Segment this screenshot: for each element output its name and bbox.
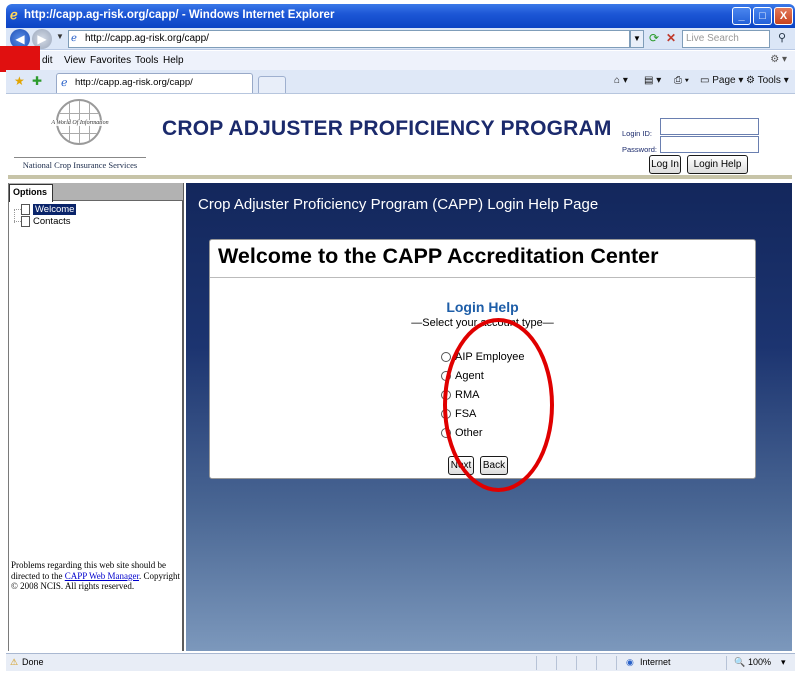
login-help-button[interactable]: Login Help — [687, 155, 748, 174]
site-header: A World Of Information National Crop Ins… — [8, 95, 792, 179]
card-header: Welcome to the CAPP Accreditation Center — [210, 240, 755, 278]
menu-favorites[interactable]: Favorites — [90, 55, 131, 66]
ncis-logo[interactable]: A World Of Information National Crop Ins… — [14, 97, 146, 173]
maximize-button[interactable]: □ — [753, 7, 772, 25]
tab-bar: ★ ✚ ℯ http://capp.ag-risk.org/capp/ ⌂ ▾ … — [6, 70, 795, 94]
menu-edit[interactable]: dit — [42, 55, 53, 66]
stop-icon[interactable]: ✕ — [663, 30, 679, 48]
internet-zone-icon: ◉ — [626, 657, 634, 667]
sidebar-item-contacts[interactable]: Contacts — [21, 216, 71, 228]
password-input[interactable] — [660, 136, 759, 153]
address-url: http://capp.ag-risk.org/capp/ — [85, 33, 209, 44]
password-label: Password: — [622, 145, 658, 154]
page-menu[interactable]: ▭ Page ▾ — [700, 75, 743, 86]
logo-name: National Crop Insurance Services — [14, 157, 146, 170]
logo-tagline: A World Of Information — [14, 120, 146, 126]
options-tab-bar: Options — [9, 183, 183, 202]
zoom-icon[interactable]: 🔍 — [734, 657, 745, 668]
status-text: Done — [22, 657, 44, 667]
document-icon — [21, 216, 30, 227]
home-icon[interactable]: ⌂ ▾ — [614, 75, 628, 86]
card-heading: Welcome to the CAPP Accreditation Center — [218, 244, 659, 268]
status-cell — [556, 656, 576, 670]
login-help-title: Login Help — [446, 299, 519, 315]
sidebar: Options Welcome Contacts Problems regard… — [8, 183, 184, 651]
menu-help[interactable]: Help — [163, 55, 184, 66]
status-cell — [596, 656, 616, 670]
main-content: Crop Adjuster Proficiency Program (CAPP)… — [186, 183, 792, 651]
status-cell — [576, 656, 596, 670]
annotation-red-box — [0, 46, 40, 72]
title-bar: ℯ http://capp.ag-risk.org/capp/ - Window… — [6, 4, 795, 28]
status-cell — [536, 656, 556, 670]
menu-bar: dit View Favorites Tools Help ⚙ ▾ — [6, 51, 795, 70]
warning-icon: ⚠ — [10, 657, 19, 667]
program-title: CROP ADJUSTER PROFICIENCY PROGRAM — [162, 117, 612, 140]
history-dropdown-icon[interactable]: ▼ — [56, 32, 64, 41]
new-tab-button[interactable] — [258, 76, 286, 93]
document-icon — [21, 204, 30, 215]
zoom-dropdown-icon[interactable]: ▾ — [781, 657, 786, 668]
tab-options[interactable]: Options — [9, 184, 53, 202]
address-toolbar: ◀ ▶ ▼ ℯ http://capp.ag-risk.org/capp/ ▼ … — [6, 28, 795, 50]
page-icon: ℯ — [71, 33, 77, 44]
browser-window: ℯ http://capp.ag-risk.org/capp/ - Window… — [0, 0, 799, 675]
address-dropdown-icon[interactable]: ▼ — [630, 30, 644, 48]
login-id-input[interactable] — [660, 118, 759, 135]
web-manager-link[interactable]: CAPP Web Manager — [65, 571, 139, 581]
add-favorite-icon[interactable]: ✚ — [32, 74, 42, 88]
menu-tools[interactable]: Tools — [135, 55, 158, 66]
login-id-label: Login ID: — [622, 129, 653, 138]
tools-menu[interactable]: ⚙ Tools ▾ — [746, 75, 789, 86]
feeds-icon[interactable]: ▤ ▾ — [644, 75, 661, 86]
tab-label: http://capp.ag-risk.org/capp/ — [75, 77, 193, 88]
address-bar[interactable]: ℯ http://capp.ag-risk.org/capp/ — [68, 30, 630, 48]
print-icon[interactable]: ⎙ ▾ — [674, 75, 689, 86]
sidebar-item-label: Contacts — [33, 216, 71, 227]
zoom-level[interactable]: 100% — [748, 657, 771, 667]
favorites-star-icon[interactable]: ★ — [14, 74, 25, 88]
login-button[interactable]: Log In — [649, 155, 681, 174]
window-title: http://capp.ag-risk.org/capp/ - Windows … — [24, 9, 335, 21]
refresh-icon[interactable]: ⟳ — [646, 30, 662, 48]
status-bar: ⚠ Done ◉ Internet 🔍 100% ▾ — [6, 653, 795, 671]
page-menu-label: Page — [712, 75, 736, 86]
zone-text: Internet — [640, 657, 671, 667]
site-footer-note: Problems regarding this web site should … — [11, 560, 181, 592]
sidebar-item-label: Welcome — [33, 204, 77, 215]
ie-logo-icon: ℯ — [10, 7, 18, 22]
sidebar-item-welcome[interactable]: Welcome — [21, 204, 77, 216]
menu-view[interactable]: View — [64, 55, 86, 66]
search-input[interactable]: Live Search — [682, 30, 770, 48]
tab-capp[interactable]: ℯ http://capp.ag-risk.org/capp/ — [56, 73, 253, 93]
search-icon[interactable]: ⚲ — [772, 30, 792, 48]
tab-page-icon: ℯ — [61, 77, 68, 89]
minimize-button[interactable]: _ — [732, 7, 751, 25]
close-button[interactable]: X — [774, 7, 793, 25]
tools-menu-label: Tools — [757, 75, 781, 86]
annotation-red-oval — [443, 318, 554, 492]
toolbar-options-icon[interactable]: ⚙ ▾ — [770, 54, 787, 65]
page-title: Crop Adjuster Proficiency Program (CAPP)… — [198, 196, 599, 213]
